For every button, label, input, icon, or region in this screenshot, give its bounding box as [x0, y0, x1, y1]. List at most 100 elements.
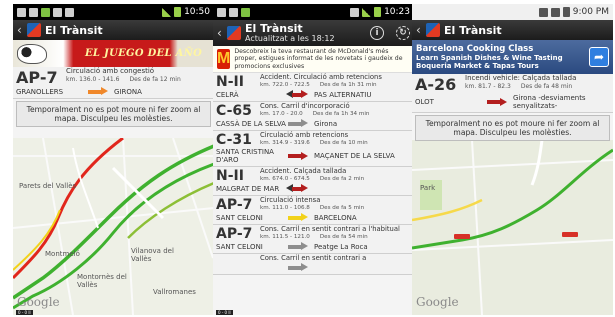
incident-to: PAS ALTERNATIU: [314, 90, 372, 99]
incident-from: SANTA CRISTINA D'ARO: [216, 148, 274, 164]
ad-banner[interactable]: M Descobreix la teva restaurant de McDon…: [213, 46, 414, 73]
battery-icon: [174, 7, 182, 17]
direction-arrow-icon: [86, 87, 108, 96]
incident-since: Des de fa 54 min: [319, 234, 368, 241]
status-bar: 9:00 PM: [412, 4, 613, 20]
incident-list-item[interactable]: N-II Accident. Circulació amb retencions k…: [213, 73, 414, 102]
last-updated-text: Actualitzat a les 18:12: [245, 33, 335, 43]
incident-to: Girona: [314, 119, 338, 128]
app-logo-icon[interactable]: [27, 23, 41, 37]
incident-list-item[interactable]: N-II Accident. Calçada tallada km. 674.0 -…: [213, 167, 414, 196]
back-chevron-icon[interactable]: ‹: [217, 26, 223, 40]
map-place-label: Vallromanes: [153, 288, 196, 296]
incident-since: Des de fa 1h 31 min: [319, 82, 377, 89]
incident-km: km. 17.0 - 20.0: [260, 111, 303, 118]
incident-list-item[interactable]: C-31 Circulació amb retencions km. 314.9 -…: [213, 131, 414, 167]
incident-description: Circulació amb congestió: [66, 67, 155, 75]
map-place-label: Montornès del Vallès: [77, 273, 127, 289]
wifi-icon: [350, 7, 360, 17]
map-place-label: Montmeló: [45, 250, 80, 258]
traffic-map[interactable]: Park Google: [412, 140, 613, 315]
incident-from: SANT CELONI: [216, 242, 263, 251]
app-title-bar: ‹ El Trànsit: [13, 20, 214, 40]
share-arrow-icon[interactable]: ➦: [589, 47, 609, 67]
incident-to: Peatge La Roca: [314, 242, 368, 251]
status-bar: 10:23: [213, 4, 414, 20]
ad-banner-title: Barcelona Cooking Class: [416, 43, 534, 54]
incident-since: Des de fa 12 min: [129, 75, 181, 83]
app-title: El Trànsit: [45, 23, 103, 37]
map-place-label: Parets del Vallès: [19, 182, 77, 190]
incident-description: Accident. Calçada tallada: [260, 167, 347, 175]
traffic-map[interactable]: Parets del Vallès Montmeló Vilanova del …: [13, 138, 214, 315]
incident-list-item[interactable]: C-65 Cons. Carril d'incorporació km. 17.0 …: [213, 102, 414, 131]
road-shield-icon: [454, 234, 470, 239]
road-shield-icon: [562, 232, 578, 237]
incident-description: Cons. Carril d'incorporació: [260, 102, 350, 110]
phone-screen-list: 10:23 ‹ El Trànsit Actualitzat a les 18:…: [213, 4, 414, 315]
app-title-bar: ‹ El Trànsit Actualitzat a les 18:12 i ↻: [213, 20, 414, 46]
direction-arrow-icon: [286, 151, 308, 161]
incident-km: km. 81.7 - 82.3: [465, 82, 511, 90]
app-title: El Trànsit: [245, 22, 303, 36]
road-name: A-26: [415, 75, 457, 94]
road-name: AP-7: [216, 197, 253, 213]
direction-arrow-icon: [286, 119, 308, 128]
ad-banner[interactable]: EL JUEGO DEL AÑO: [13, 40, 214, 67]
incident-from: SANT CELONI: [216, 213, 263, 222]
phone-screen-map: 10:50 ‹ El Trànsit EL JUEGO DEL AÑO AP-7…: [13, 4, 214, 315]
road-name: N-II: [216, 168, 244, 184]
road-name: C-65: [216, 103, 252, 119]
map-scale-bar: 0 - 0 ll: [216, 310, 233, 315]
signal-icon: [362, 7, 372, 17]
direction-arrow-icon: [286, 90, 308, 99]
screenshot-stage: 10:50 ‹ El Trànsit EL JUEGO DEL AÑO AP-7…: [0, 0, 615, 317]
app-notification-icon: [241, 7, 250, 17]
road-name: C-31: [216, 132, 252, 148]
battery-icon: [562, 7, 570, 17]
notification-icon: [217, 7, 226, 17]
incident-to: BARCELONA: [314, 213, 357, 222]
incident-list: N-II Accident. Circulació amb retencions k…: [213, 73, 414, 276]
app-notification-icon: [41, 7, 50, 17]
road-name: N-II: [216, 74, 244, 90]
map-roads: [412, 140, 613, 315]
incident-since: Des de fa 2 min: [319, 176, 365, 183]
direction-arrow-icon: [286, 213, 308, 222]
incident-card[interactable]: AP-7 Circulació amb congestió km. 136.0 …: [13, 67, 214, 99]
incident-to: Girona -desviaments senyalitzats-: [513, 94, 586, 110]
map-notice: Temporalment no es pot moure ni fer zoom…: [16, 101, 211, 128]
incident-km: km. 136.0 - 141.6: [66, 75, 120, 83]
ad-banner-text: EL JUEGO DEL AÑO: [85, 48, 203, 59]
phone-screen-map-detail: 9:00 PM ‹ El Trànsit Barcelona Cooking C…: [412, 4, 613, 315]
back-chevron-icon[interactable]: ‹: [416, 23, 422, 37]
refresh-icon[interactable]: ↻: [396, 26, 410, 40]
mcdonalds-logo: M: [217, 49, 231, 69]
ad-banner[interactable]: Barcelona Cooking Class Learn Spanish Di…: [412, 40, 613, 74]
app-logo-icon[interactable]: [227, 26, 241, 40]
incident-list-item[interactable]: AP-7 Cons. Carril en sentit contrari a l'…: [213, 225, 414, 254]
back-chevron-icon[interactable]: ‹: [17, 23, 23, 37]
signal-icon: [550, 7, 560, 17]
incident-since: Des de fa 10 min: [319, 140, 368, 147]
incident-description: Circulació intensa: [260, 196, 321, 204]
app-logo-icon[interactable]: [426, 23, 440, 37]
cow-illustration-icon: [17, 43, 47, 64]
incident-description: Incendi vehicle: Calçada tallada: [465, 74, 577, 82]
road-name: AP-7: [16, 68, 58, 87]
incident-from: CELRÀ: [216, 90, 239, 99]
incident-to: MAÇANET DE LA SELVA: [314, 152, 395, 160]
app-title: El Trànsit: [444, 23, 502, 37]
info-button[interactable]: i: [370, 26, 384, 40]
map-place-label: Park: [420, 184, 436, 192]
status-time: 10:23: [384, 7, 410, 17]
incident-to: GIRONA: [114, 87, 142, 96]
direction-arrow-icon: [286, 184, 308, 193]
direction-arrow-icon: [286, 242, 308, 251]
incident-since: Des de fa 5 min: [319, 205, 365, 212]
map-notice: Temporalment no es pot moure ni fer zoom…: [415, 115, 610, 142]
incident-card[interactable]: A-26 Incendi vehicle: Calçada tallada km…: [412, 74, 613, 113]
incident-list-item[interactable]: Cons. Carril en sentit contrari a: [213, 254, 414, 276]
incident-description: Accident. Circulació amb retencions: [260, 73, 382, 81]
incident-list-item[interactable]: AP-7 Circulació intensa km. 111.0 - 106.8 D…: [213, 196, 414, 225]
